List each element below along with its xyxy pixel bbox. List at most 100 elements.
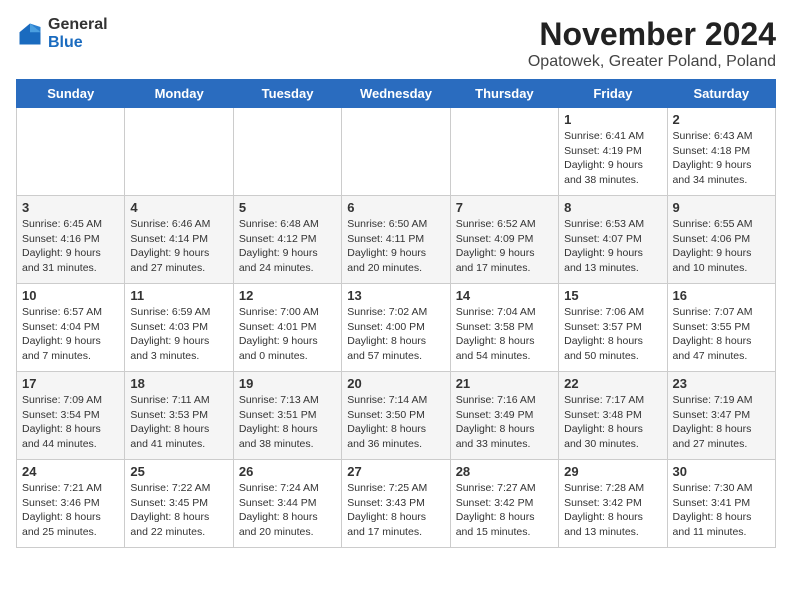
day-info: Sunrise: 7:06 AM Sunset: 3:57 PM Dayligh… <box>564 305 661 364</box>
calendar-cell: 1Sunrise: 6:41 AM Sunset: 4:19 PM Daylig… <box>559 108 667 196</box>
day-number: 7 <box>456 200 553 215</box>
subtitle: Opatowek, Greater Poland, Poland <box>528 53 776 71</box>
day-info: Sunrise: 7:07 AM Sunset: 3:55 PM Dayligh… <box>673 305 770 364</box>
day-number: 27 <box>347 464 444 479</box>
main-title: November 2024 <box>528 16 776 53</box>
calendar-cell: 4Sunrise: 6:46 AM Sunset: 4:14 PM Daylig… <box>125 196 233 284</box>
day-info: Sunrise: 7:30 AM Sunset: 3:41 PM Dayligh… <box>673 481 770 540</box>
week-row-3: 10 Sunrise: 6:57 AM Sunset: 4:04 PM Dayli… <box>17 284 776 372</box>
day-info: Sunrise: 7:25 AM Sunset: 3:43 PM Dayligh… <box>347 481 444 540</box>
calendar-cell: 3 Sunrise: 6:45 AM Sunset: 4:16 PM Daylig… <box>17 196 125 284</box>
day-number: 30 <box>673 464 770 479</box>
day-number: 6 <box>347 200 444 215</box>
day-number: 18 <box>130 376 227 391</box>
calendar-cell: 10 Sunrise: 6:57 AM Sunset: 4:04 PM Dayli… <box>17 284 125 372</box>
calendar-cell: 22 Sunrise: 7:17 AM Sunset: 3:48 PM Dayli… <box>559 372 667 460</box>
day-number: 16 <box>673 288 770 303</box>
day-number: 25 <box>130 464 227 479</box>
day-info: Sunrise: 6:41 AM Sunset: 4:19 PM Dayligh… <box>564 129 661 188</box>
calendar-table: SundayMondayTuesdayWednesdayThursdayFrid… <box>16 79 776 548</box>
day-number: 5 <box>239 200 336 215</box>
week-row-1: 1Sunrise: 6:41 AM Sunset: 4:19 PM Daylig… <box>17 108 776 196</box>
day-info: Sunrise: 7:00 AM Sunset: 4:01 PM Dayligh… <box>239 305 336 364</box>
day-info: Sunrise: 7:14 AM Sunset: 3:50 PM Dayligh… <box>347 393 444 452</box>
day-number: 14 <box>456 288 553 303</box>
day-number: 15 <box>564 288 661 303</box>
header-day-friday: Friday <box>559 80 667 108</box>
week-row-4: 17Sunrise: 7:09 AM Sunset: 3:54 PM Dayli… <box>17 372 776 460</box>
day-number: 13 <box>347 288 444 303</box>
day-info: Sunrise: 7:04 AM Sunset: 3:58 PM Dayligh… <box>456 305 553 364</box>
calendar-body: 1Sunrise: 6:41 AM Sunset: 4:19 PM Daylig… <box>17 108 776 548</box>
calendar-cell: 17Sunrise: 7:09 AM Sunset: 3:54 PM Dayli… <box>17 372 125 460</box>
header-day-saturday: Saturday <box>667 80 775 108</box>
calendar-cell: 29Sunrise: 7:28 AM Sunset: 3:42 PM Dayli… <box>559 460 667 548</box>
calendar-cell: 15 Sunrise: 7:06 AM Sunset: 3:57 PM Dayli… <box>559 284 667 372</box>
header-day-monday: Monday <box>125 80 233 108</box>
day-number: 11 <box>130 288 227 303</box>
week-row-5: 24 Sunrise: 7:21 AM Sunset: 3:46 PM Dayli… <box>17 460 776 548</box>
logo-general: General <box>48 16 108 34</box>
calendar-cell <box>17 108 125 196</box>
day-number: 12 <box>239 288 336 303</box>
calendar-cell <box>233 108 341 196</box>
logo-text: General Blue <box>48 16 108 51</box>
day-number: 19 <box>239 376 336 391</box>
day-number: 22 <box>564 376 661 391</box>
day-info: Sunrise: 7:24 AM Sunset: 3:44 PM Dayligh… <box>239 481 336 540</box>
calendar-cell <box>450 108 558 196</box>
logo-icon <box>16 20 44 48</box>
calendar-cell: 23Sunrise: 7:19 AM Sunset: 3:47 PM Dayli… <box>667 372 775 460</box>
calendar-cell: 7 Sunrise: 6:52 AM Sunset: 4:09 PM Daylig… <box>450 196 558 284</box>
day-info: Sunrise: 6:45 AM Sunset: 4:16 PM Dayligh… <box>22 217 119 276</box>
logo-blue: Blue <box>48 34 108 52</box>
day-info: Sunrise: 6:52 AM Sunset: 4:09 PM Dayligh… <box>456 217 553 276</box>
header-day-wednesday: Wednesday <box>342 80 450 108</box>
logo: General Blue <box>16 16 108 51</box>
day-number: 29 <box>564 464 661 479</box>
day-info: Sunrise: 6:55 AM Sunset: 4:06 PM Dayligh… <box>673 217 770 276</box>
day-info: Sunrise: 6:43 AM Sunset: 4:18 PM Dayligh… <box>673 129 770 188</box>
calendar-cell: 13Sunrise: 7:02 AM Sunset: 4:00 PM Dayli… <box>342 284 450 372</box>
calendar-cell: 30 Sunrise: 7:30 AM Sunset: 3:41 PM Dayli… <box>667 460 775 548</box>
title-area: November 2024 Opatowek, Greater Poland, … <box>528 16 776 71</box>
day-info: Sunrise: 6:48 AM Sunset: 4:12 PM Dayligh… <box>239 217 336 276</box>
calendar-cell: 8Sunrise: 6:53 AM Sunset: 4:07 PM Daylig… <box>559 196 667 284</box>
calendar-cell: 14 Sunrise: 7:04 AM Sunset: 3:58 PM Dayli… <box>450 284 558 372</box>
calendar-cell: 28 Sunrise: 7:27 AM Sunset: 3:42 PM Dayli… <box>450 460 558 548</box>
calendar-cell: 24 Sunrise: 7:21 AM Sunset: 3:46 PM Dayli… <box>17 460 125 548</box>
day-number: 10 <box>22 288 119 303</box>
calendar-header: SundayMondayTuesdayWednesdayThursdayFrid… <box>17 80 776 108</box>
day-number: 24 <box>22 464 119 479</box>
day-number: 9 <box>673 200 770 215</box>
calendar-cell: 16 Sunrise: 7:07 AM Sunset: 3:55 PM Dayli… <box>667 284 775 372</box>
calendar-cell: 18 Sunrise: 7:11 AM Sunset: 3:53 PM Dayli… <box>125 372 233 460</box>
calendar-cell <box>342 108 450 196</box>
day-info: Sunrise: 7:17 AM Sunset: 3:48 PM Dayligh… <box>564 393 661 452</box>
day-info: Sunrise: 7:21 AM Sunset: 3:46 PM Dayligh… <box>22 481 119 540</box>
day-number: 3 <box>22 200 119 215</box>
calendar-cell: 9 Sunrise: 6:55 AM Sunset: 4:06 PM Daylig… <box>667 196 775 284</box>
day-info: Sunrise: 6:46 AM Sunset: 4:14 PM Dayligh… <box>130 217 227 276</box>
header-day-thursday: Thursday <box>450 80 558 108</box>
day-info: Sunrise: 7:11 AM Sunset: 3:53 PM Dayligh… <box>130 393 227 452</box>
calendar-cell: 2 Sunrise: 6:43 AM Sunset: 4:18 PM Daylig… <box>667 108 775 196</box>
header-day-tuesday: Tuesday <box>233 80 341 108</box>
calendar-cell: 11Sunrise: 6:59 AM Sunset: 4:03 PM Dayli… <box>125 284 233 372</box>
calendar-cell: 12 Sunrise: 7:00 AM Sunset: 4:01 PM Dayli… <box>233 284 341 372</box>
day-number: 17 <box>22 376 119 391</box>
day-number: 28 <box>456 464 553 479</box>
day-info: Sunrise: 7:27 AM Sunset: 3:42 PM Dayligh… <box>456 481 553 540</box>
day-info: Sunrise: 7:13 AM Sunset: 3:51 PM Dayligh… <box>239 393 336 452</box>
day-number: 26 <box>239 464 336 479</box>
day-number: 20 <box>347 376 444 391</box>
calendar-cell <box>125 108 233 196</box>
calendar-cell: 5 Sunrise: 6:48 AM Sunset: 4:12 PM Daylig… <box>233 196 341 284</box>
header-day-sunday: Sunday <box>17 80 125 108</box>
day-number: 2 <box>673 112 770 127</box>
day-info: Sunrise: 6:53 AM Sunset: 4:07 PM Dayligh… <box>564 217 661 276</box>
day-info: Sunrise: 6:50 AM Sunset: 4:11 PM Dayligh… <box>347 217 444 276</box>
calendar-cell: 20 Sunrise: 7:14 AM Sunset: 3:50 PM Dayli… <box>342 372 450 460</box>
day-info: Sunrise: 6:57 AM Sunset: 4:04 PM Dayligh… <box>22 305 119 364</box>
calendar-cell: 26 Sunrise: 7:24 AM Sunset: 3:44 PM Dayli… <box>233 460 341 548</box>
